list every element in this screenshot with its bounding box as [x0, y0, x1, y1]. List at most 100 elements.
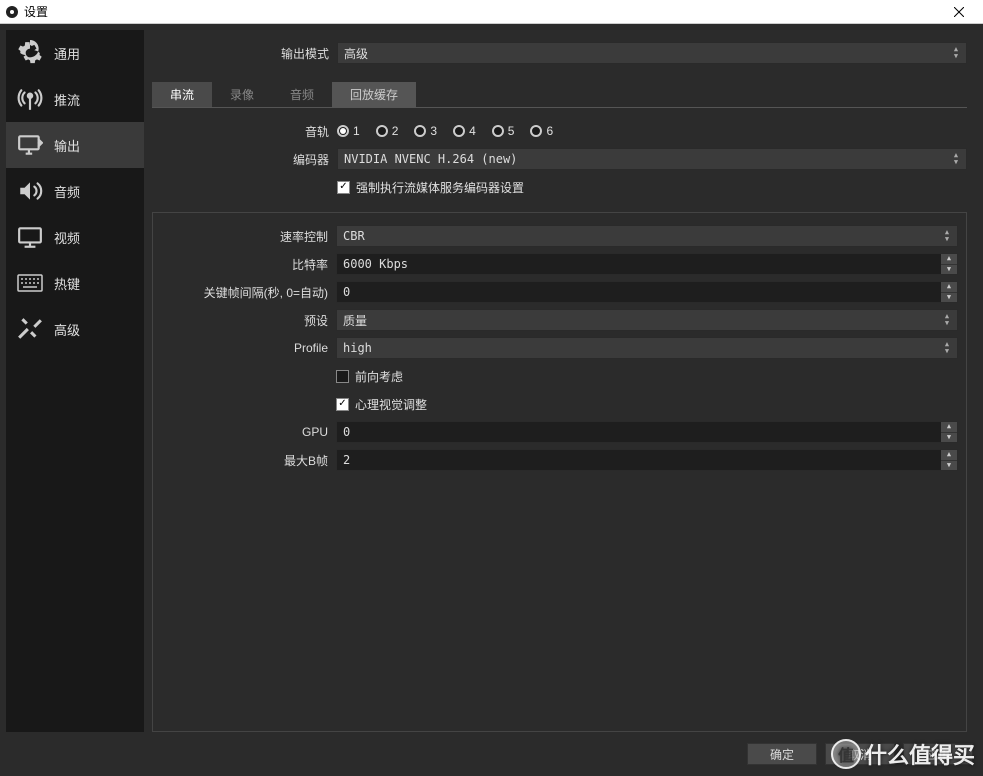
sidebar-item-advanced[interactable]: 高级: [6, 306, 144, 352]
monitor-icon: [16, 223, 44, 251]
rate-control-row: 速率控制 CBR ▲▼: [161, 223, 958, 249]
encoder-row: 编码器 NVIDIA NVENC H.264 (new) ▲▼: [152, 146, 967, 172]
track-radio-label: 1: [353, 124, 360, 138]
tools-icon: [16, 315, 44, 343]
tab-replay-buffer[interactable]: 回放缓存: [332, 82, 416, 107]
track-radio-2[interactable]: 2: [376, 124, 399, 138]
output-mode-value: 高级: [344, 45, 368, 62]
bframes-value: 2: [343, 453, 350, 467]
tab-recording[interactable]: 录像: [212, 82, 272, 107]
updown-icon: ▲▼: [948, 43, 964, 63]
checkbox-icon: ✓: [336, 398, 349, 411]
tab-audio[interactable]: 音频: [272, 82, 332, 107]
sidebar-item-label: 输出: [54, 136, 80, 155]
encoder-label: 编码器: [152, 151, 337, 168]
bframes-row: 最大B帧 2 ▲▼: [161, 447, 958, 473]
track-radio-label: 3: [430, 124, 437, 138]
close-icon: [954, 7, 964, 17]
bitrate-label: 比特率: [161, 256, 336, 273]
gpu-input[interactable]: 0 ▲▼: [336, 421, 958, 443]
lookahead-checkbox[interactable]: 前向考虑: [336, 368, 403, 385]
track-radio-label: 5: [508, 124, 515, 138]
sidebar-item-label: 音频: [54, 182, 80, 201]
sidebar-item-hotkeys[interactable]: 热键: [6, 260, 144, 306]
encoder-select[interactable]: NVIDIA NVENC H.264 (new) ▲▼: [337, 148, 967, 170]
main-panel: 输出模式 高级 ▲▼ 串流 录像 音频 回放缓存 音轨 1 2 3 4 5 6: [152, 30, 977, 732]
sidebar-item-video[interactable]: 视频: [6, 214, 144, 260]
keyboard-icon: [16, 269, 44, 297]
output-mode-label: 输出模式: [152, 45, 337, 62]
track-radio-label: 6: [546, 124, 553, 138]
encoder-settings-box: 速率控制 CBR ▲▼ 比特率 6000 Kbps ▲▼ 关键帧间隔(秒, 0=…: [152, 212, 967, 732]
checkbox-icon: [336, 370, 349, 383]
spinner-arrows-icon[interactable]: ▲▼: [941, 254, 957, 274]
output-mode-row: 输出模式 高级 ▲▼: [152, 42, 967, 64]
sidebar-item-output[interactable]: 输出: [6, 122, 144, 168]
enforce-encoder-label: 强制执行流媒体服务编码器设置: [356, 179, 524, 196]
app-icon: [4, 4, 20, 20]
radio-icon: [414, 125, 426, 137]
enforce-encoder-checkbox[interactable]: ✓ 强制执行流媒体服务编码器设置: [337, 179, 524, 196]
radio-icon: [376, 125, 388, 137]
titlebar: 设置: [0, 0, 983, 24]
gpu-label: GPU: [161, 425, 336, 439]
radio-icon: [530, 125, 542, 137]
radio-icon: [453, 125, 465, 137]
tab-streaming[interactable]: 串流: [152, 82, 212, 107]
track-radio-5[interactable]: 5: [492, 124, 515, 138]
psycho-visual-checkbox[interactable]: ✓ 心理视觉调整: [336, 396, 427, 413]
enforce-row: ✓ 强制执行流媒体服务编码器设置: [152, 174, 967, 200]
bframes-label: 最大B帧: [161, 452, 336, 469]
radio-icon: [492, 125, 504, 137]
updown-icon: ▲▼: [939, 226, 955, 246]
sidebar-item-general[interactable]: 通用: [6, 30, 144, 76]
watermark: 值 什么值得买: [831, 738, 975, 770]
output-tabs: 串流 录像 音频 回放缓存: [152, 82, 967, 108]
preset-select[interactable]: 质量 ▲▼: [336, 309, 958, 331]
sidebar-item-label: 推流: [54, 90, 80, 109]
spinner-arrows-icon[interactable]: ▲▼: [941, 282, 957, 302]
bframes-input[interactable]: 2 ▲▼: [336, 449, 958, 471]
track-radio-label: 4: [469, 124, 476, 138]
bitrate-value: 6000 Kbps: [343, 257, 408, 271]
rate-control-label: 速率控制: [161, 228, 336, 245]
updown-icon: ▲▼: [939, 338, 955, 358]
spinner-arrows-icon[interactable]: ▲▼: [941, 422, 957, 442]
sidebar-item-label: 热键: [54, 274, 80, 293]
preset-row: 预设 质量 ▲▼: [161, 307, 958, 333]
bitrate-input[interactable]: 6000 Kbps ▲▼: [336, 253, 958, 275]
track-radio-1[interactable]: 1: [337, 124, 360, 138]
preset-value: 质量: [343, 312, 367, 329]
window-title: 设置: [24, 3, 939, 20]
track-radio-6[interactable]: 6: [530, 124, 553, 138]
profile-value: high: [343, 341, 372, 355]
output-mode-select[interactable]: 高级 ▲▼: [337, 42, 967, 64]
psycho-visual-label: 心理视觉调整: [355, 396, 427, 413]
keyint-input[interactable]: 0 ▲▼: [336, 281, 958, 303]
watermark-text: 什么值得买: [865, 738, 975, 770]
watermark-badge: 值: [831, 739, 861, 769]
sidebar-item-stream[interactable]: 推流: [6, 76, 144, 122]
sidebar-item-label: 高级: [54, 320, 80, 339]
track-radio-label: 2: [392, 124, 399, 138]
sidebar-item-audio[interactable]: 音频: [6, 168, 144, 214]
preset-label: 预设: [161, 312, 336, 329]
broadcast-icon: [16, 85, 44, 113]
lookahead-row: 前向考虑: [161, 363, 958, 389]
keyint-row: 关键帧间隔(秒, 0=自动) 0 ▲▼: [161, 279, 958, 305]
ok-button[interactable]: 确定: [747, 743, 817, 765]
gear-icon: [16, 39, 44, 67]
spinner-arrows-icon[interactable]: ▲▼: [941, 450, 957, 470]
sidebar: 通用 推流 输出 音频 视频: [6, 30, 144, 732]
track-radio-4[interactable]: 4: [453, 124, 476, 138]
track-radio-3[interactable]: 3: [414, 124, 437, 138]
rate-control-select[interactable]: CBR ▲▼: [336, 225, 958, 247]
gpu-value: 0: [343, 425, 350, 439]
radio-icon: [337, 125, 349, 137]
updown-icon: ▲▼: [939, 310, 955, 330]
profile-select[interactable]: high ▲▼: [336, 337, 958, 359]
close-button[interactable]: [939, 0, 979, 24]
audio-track-label: 音轨: [152, 123, 337, 140]
monitor-arrow-icon: [16, 131, 44, 159]
profile-label: Profile: [161, 341, 336, 355]
